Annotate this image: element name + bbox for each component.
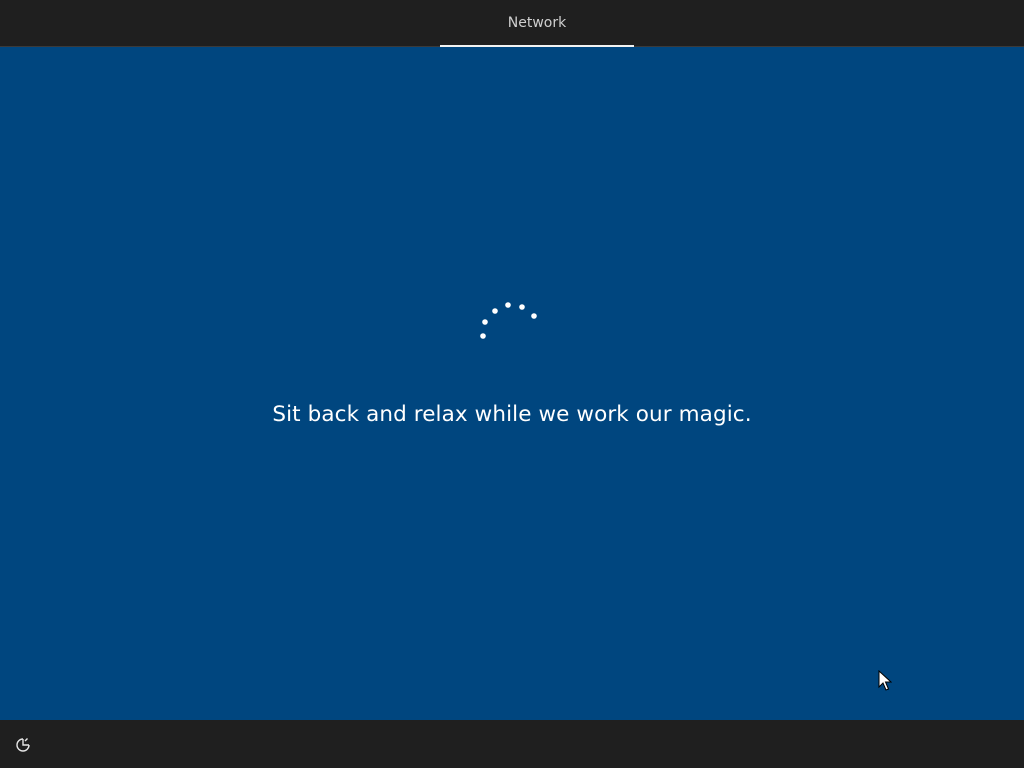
ease-of-access-button[interactable]: [10, 732, 36, 758]
oobe-screen: Network Sit back and relax while we work…: [0, 0, 1024, 768]
step-network: Network: [440, 0, 634, 46]
active-step-indicator: [440, 45, 634, 47]
ease-of-access-icon: [16, 738, 30, 752]
mouse-pointer-icon: [878, 670, 892, 691]
loading-spinner-icon: [480, 302, 537, 339]
status-message: Sit back and relax while we work our mag…: [272, 402, 752, 427]
step-network-label: Network: [507, 15, 567, 31]
footer-bar: [0, 720, 1024, 768]
progress-header: Network: [0, 0, 1024, 47]
spinner-dot: [492, 308, 498, 314]
spinner-dot: [531, 313, 537, 319]
spinner-dot: [480, 333, 486, 339]
spinner-dot: [482, 319, 488, 325]
spinner-dot: [519, 304, 525, 310]
spinner-dot: [505, 302, 511, 308]
